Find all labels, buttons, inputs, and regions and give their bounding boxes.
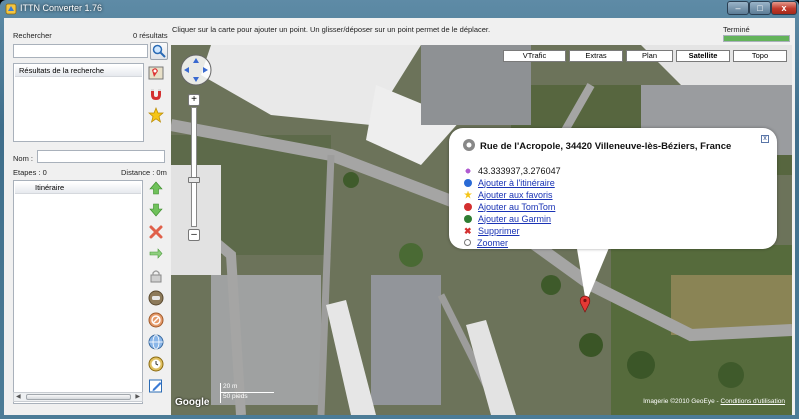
status-text: Terminé [723, 25, 750, 34]
location-gear-icon [463, 139, 475, 151]
tomtom-icon [464, 202, 472, 211]
edit-icon [149, 379, 162, 393]
scrollbar-thumb[interactable] [26, 394, 131, 400]
tab-extras[interactable]: Extras [569, 50, 623, 62]
garmin-icon [464, 214, 472, 223]
popup-action-row[interactable]: Ajouter au Garmin [464, 213, 551, 224]
tab-plan[interactable]: Plan [626, 50, 673, 62]
route-distance: Distance : 0m [121, 168, 167, 177]
title-bar[interactable]: ITTN Converter 1.76 – □ x [0, 0, 799, 18]
reverse-route-button[interactable] [147, 245, 165, 263]
popup-coords-row: 43.333937,3.276047 [464, 165, 561, 176]
progress-fill [724, 36, 789, 41]
popup-coordinates: 43.333937,3.276047 [478, 165, 561, 176]
popup-action-row[interactable]: Ajouter au TomTom [464, 201, 555, 212]
popup-close-button[interactable]: x [761, 135, 769, 143]
delete-link[interactable]: Supprimer [478, 226, 520, 236]
map-hint-text: Cliquer sur la carte pour ajouter un poi… [172, 25, 491, 34]
delete-x-icon [149, 225, 163, 239]
minimize-button[interactable]: – [727, 1, 749, 15]
search-results-header: Résultats de la recherche [15, 65, 142, 77]
tab-satellite[interactable]: Satellite [676, 50, 730, 62]
add-route-icon [464, 178, 472, 187]
popup-action-row[interactable]: Ajouter à l'itinéraire [464, 177, 555, 188]
globe-icon [148, 334, 164, 350]
status-progress-bar [723, 35, 790, 42]
map-scale: 20 m 50 pieds [220, 383, 274, 405]
popup-action-row[interactable]: Zoomer [464, 237, 508, 248]
timer-button[interactable] [147, 355, 165, 373]
route-stages: Etapes : 0 [13, 168, 47, 177]
search-results-list[interactable]: Résultats de la recherche [13, 63, 144, 142]
add-to-favorites-link[interactable]: Ajouter aux favoris [478, 190, 553, 200]
terms-link[interactable]: Conditions d'utilisation [721, 398, 785, 405]
add-to-route-link[interactable]: Ajouter à l'itinéraire [478, 178, 555, 188]
move-up-button[interactable] [147, 179, 165, 197]
lock-icon [150, 270, 162, 283]
search-icon [152, 44, 166, 58]
map-copyright: Imagerie ©2010 GeoEye - Conditions d'uti… [643, 398, 785, 405]
magnet-button[interactable] [147, 85, 165, 103]
window-title: ITTN Converter 1.76 [20, 3, 103, 13]
client-area: Rechercher 0 résultats Résultats de la r… [4, 18, 795, 415]
delete-button[interactable] [147, 223, 165, 241]
magnet-icon [151, 89, 161, 100]
zoom-icon [464, 239, 471, 246]
move-down-button[interactable] [147, 201, 165, 219]
favorite-button[interactable] [147, 106, 165, 124]
route-list[interactable]: Itinéraire [13, 180, 143, 404]
car-icon [148, 290, 164, 306]
search-input[interactable] [13, 44, 148, 58]
route-list-header: Itinéraire [15, 182, 141, 194]
route-name-input[interactable] [37, 150, 165, 163]
add-to-tomtom-link[interactable]: Ajouter au TomTom [478, 202, 555, 212]
star-icon [148, 107, 164, 123]
popup-address: Rue de l'Acropole, 34420 Villeneuve-lès-… [480, 141, 732, 152]
favorite-star-icon [464, 190, 472, 199]
scale-imperial: 50 pieds [220, 393, 274, 403]
search-button[interactable] [150, 42, 168, 60]
delete-icon: ✖ [464, 225, 472, 236]
location-popup: x Rue de l'Acropole, 34420 Villeneuve-lè… [449, 128, 777, 249]
maximize-button[interactable]: □ [749, 1, 771, 15]
car-button[interactable] [147, 289, 165, 307]
scale-metric: 20 m [220, 383, 274, 393]
copyright-text: Imagerie ©2010 GeoEye - [643, 398, 719, 405]
zoom-slider-handle[interactable] [188, 177, 200, 183]
add-to-garmin-link[interactable]: Ajouter au Garmin [478, 214, 551, 224]
lock-button[interactable] [147, 267, 165, 285]
map-marker-icon[interactable] [579, 295, 591, 313]
no-entry-button[interactable] [147, 311, 165, 329]
coordinates-icon [464, 166, 472, 175]
route-name-label: Nom : [13, 154, 34, 163]
globe-button[interactable] [147, 333, 165, 351]
no-entry-icon [148, 312, 164, 328]
popup-action-row[interactable]: Ajouter aux favoris [464, 189, 553, 200]
zoom-slider-track[interactable] [191, 107, 197, 227]
search-result-count: 0 résultats [133, 31, 168, 40]
edit-button[interactable] [147, 377, 165, 395]
route-list-scrollbar[interactable]: ◀ ▶ [13, 392, 143, 402]
app-window: ITTN Converter 1.76 – □ x Rechercher 0 r… [0, 0, 799, 419]
search-label: Rechercher [13, 31, 52, 40]
clock-icon [148, 356, 164, 372]
tab-topo[interactable]: Topo [733, 50, 787, 62]
tab-vtrafic[interactable]: VTrafic [503, 50, 566, 62]
zoom-link[interactable]: Zoomer [477, 238, 508, 248]
zoom-out-button[interactable]: – [188, 229, 200, 241]
zoom-in-button[interactable]: + [188, 94, 200, 106]
google-logo: Google [175, 397, 210, 408]
close-window-button[interactable]: x [771, 1, 797, 15]
map-type-tabs: VTrafic Extras Plan Satellite Topo [171, 50, 792, 62]
arrow-up-icon [149, 181, 163, 195]
popup-action-row[interactable]: ✖ Supprimer [464, 225, 520, 236]
map-pin-button[interactable] [147, 64, 165, 82]
map-pin-icon [148, 66, 164, 80]
app-icon [5, 3, 17, 15]
arrow-down-icon [149, 203, 163, 217]
swap-arrows-icon [149, 248, 163, 259]
map-view[interactable]: + – VTrafic Extras Plan Satellite Topo x [171, 45, 792, 415]
